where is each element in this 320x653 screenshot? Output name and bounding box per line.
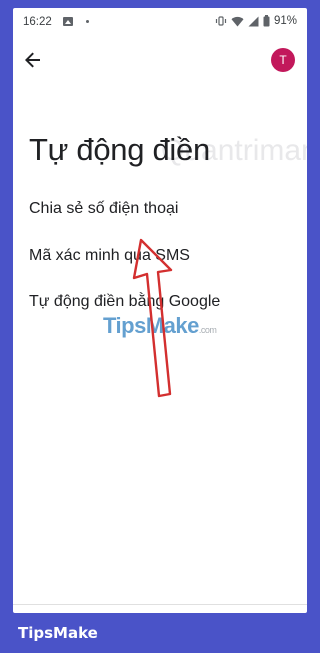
bottom-divider <box>13 604 307 605</box>
battery-percentage: 91% <box>273 15 297 27</box>
phone-screen: 16:22 91% T Quantrima Tự động điền Chia … <box>13 8 307 613</box>
wifi-icon <box>231 16 244 26</box>
arrow-back-icon <box>25 52 40 68</box>
menu-item-sms-verification-codes[interactable]: Mã xác minh qua SMS <box>29 247 190 265</box>
menu-item-autofill-with-google[interactable]: Tự động điền bằng Google <box>29 293 220 311</box>
tipsmake-watermark-brand: TipsMake <box>103 313 199 338</box>
menu-item-share-phone-number[interactable]: Chia sẻ số điện thoại <box>29 200 178 218</box>
status-time: 16:22 <box>23 16 52 28</box>
page-title: Tự động điền <box>29 132 210 167</box>
signal-icon <box>248 16 259 26</box>
tipsmake-watermark: TipsMake.com <box>103 313 217 339</box>
battery-icon <box>263 15 270 27</box>
more-notifications-dot-icon <box>86 20 89 23</box>
footer-brand-logo: TipsMake <box>18 624 98 642</box>
image-notification-icon <box>63 17 73 26</box>
status-bar: 16:22 91% <box>13 8 307 36</box>
frame-border: 16:22 91% T Quantrima Tự động điền Chia … <box>0 0 320 653</box>
account-avatar[interactable]: T <box>271 48 295 72</box>
back-button[interactable] <box>21 48 45 72</box>
vibrate-icon <box>215 16 227 26</box>
tipsmake-watermark-suffix: .com <box>198 325 217 335</box>
status-right-group: 91% <box>215 15 297 27</box>
